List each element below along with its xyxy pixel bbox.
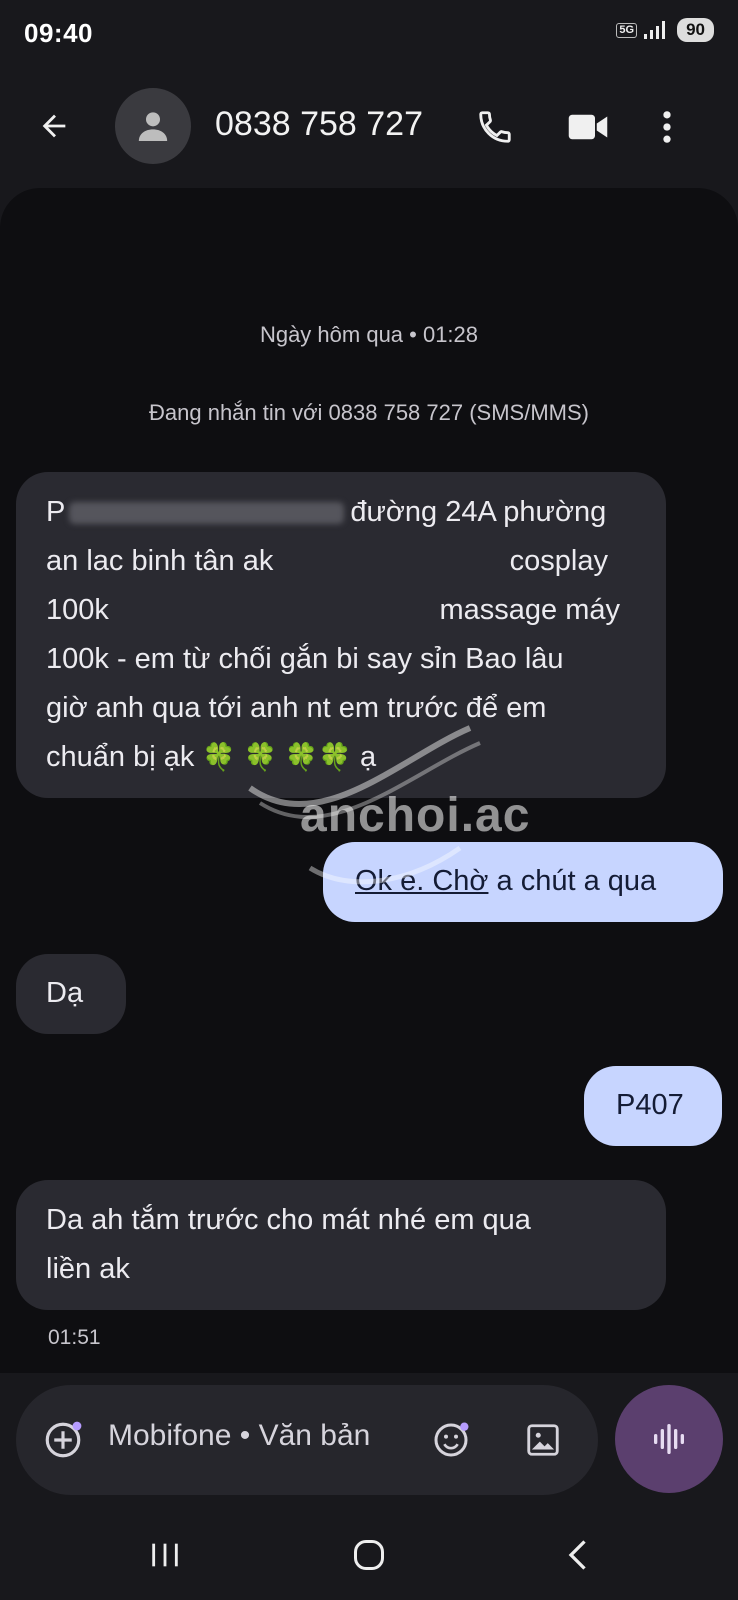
blurred-text [69,502,345,525]
incoming-message[interactable]: Dạ [16,954,126,1034]
message-line: liền ak [46,1253,130,1285]
incoming-message[interactable]: Da ah tắm trước cho mát nhé em qua liền … [16,1180,666,1310]
message-line: Da ah tắm trước cho mát nhé em qua [46,1204,531,1236]
message-input[interactable]: Mobifone • Văn bản [108,1419,370,1453]
compose-bar: Mobifone • Văn bản [16,1385,598,1495]
contact-name[interactable]: 0838 758 727 [215,105,423,144]
waveform-icon [654,1424,684,1454]
message-text: massage máy [439,594,620,626]
date-label: Ngày hôm qua • 01:28 [259,322,479,347]
voice-message-button[interactable] [615,1385,723,1493]
message-text: P [46,496,66,528]
watermark-swoosh [248,725,481,885]
message-text: đường 24A phường [350,496,607,528]
message-text: chuẩn bị ạk [46,741,195,773]
message-text: P407 [616,1089,684,1121]
emoji-icon[interactable] [426,1415,476,1465]
message-line: 100k massage máy [46,586,636,635]
message-line: an lac binh tân ak cosplay [46,537,636,586]
person-icon [138,112,168,141]
conversation-info: Đang nhắn tin với 0838 758 727 (SMS/MMS) [149,400,589,425]
more-vert-icon[interactable] [652,102,682,152]
image-icon[interactable] [518,1415,568,1465]
arrow-back-icon[interactable] [30,102,78,150]
video-icon[interactable] [562,102,614,152]
message-text: Dạ [46,977,84,1009]
network-type-badge: 5G [616,22,638,38]
message-text: cosplay [509,545,608,577]
back-nav-icon[interactable] [552,1530,602,1580]
status-bar: 09:40 5G 90 [0,0,738,70]
add-attachment-icon[interactable] [38,1415,88,1465]
recent-apps-icon[interactable] [140,1530,190,1580]
message-timestamp: 01:51 [48,1326,101,1349]
message-line: Pđường 24A phường [46,488,636,537]
system-nav-bar [0,1510,738,1600]
status-time: 09:40 [24,18,93,48]
conversation-header: 0838 758 727 [0,80,738,172]
battery-indicator: 90 [677,18,714,42]
avatar[interactable] [115,88,191,164]
outgoing-message[interactable]: P407 [584,1066,722,1146]
status-icons: 5G 90 [616,18,714,42]
message-text: 100k [46,594,109,626]
phone-icon[interactable] [470,102,520,152]
message-line: 100k - em từ chối gắn bi say sỉn Bao lâu [46,643,564,675]
message-text: a chút a qua [488,865,657,897]
home-icon[interactable] [344,1530,394,1580]
signal-icon [644,21,666,39]
message-text: an lac binh tân ak [46,545,274,577]
